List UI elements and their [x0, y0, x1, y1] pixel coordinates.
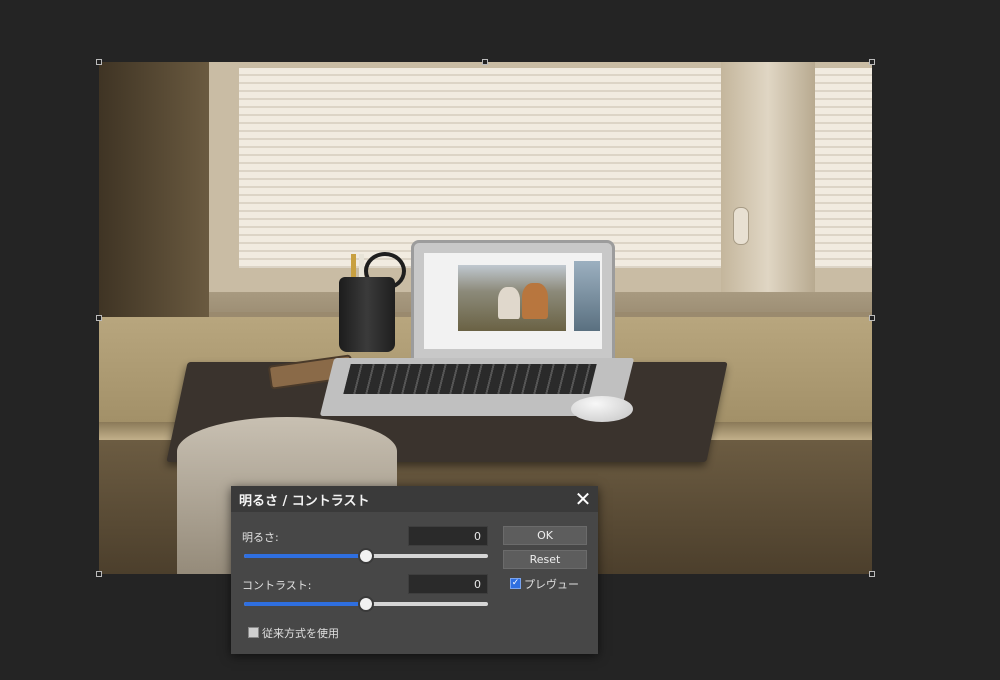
transform-handle-right[interactable]: [869, 315, 875, 321]
laptop-display: [424, 253, 602, 349]
dialog-title: 明るさ / コントラスト: [239, 494, 370, 509]
transform-handle-bottom-left[interactable]: [96, 571, 102, 577]
slider-thumb[interactable]: [358, 548, 374, 564]
horse-brown: [522, 283, 548, 319]
pen-cup: [339, 277, 395, 352]
brightness-slider[interactable]: [244, 548, 488, 564]
legacy-label[interactable]: 従来方式を使用: [262, 625, 339, 641]
transform-handle-top-right[interactable]: [869, 59, 875, 65]
window-blinds: [239, 68, 721, 268]
slider-thumb[interactable]: [358, 596, 374, 612]
brightness-input[interactable]: [408, 526, 488, 546]
slider-fill: [244, 602, 366, 606]
dialog-titlebar[interactable]: 明るさ / コントラスト ✕: [231, 486, 598, 512]
slider-fill: [244, 554, 366, 558]
close-icon[interactable]: ✕: [572, 487, 594, 511]
side-photo: [574, 261, 600, 331]
window-mullion: [721, 62, 815, 312]
ok-button[interactable]: OK: [503, 526, 587, 545]
contrast-slider[interactable]: [244, 596, 488, 612]
transform-handle-left[interactable]: [96, 315, 102, 321]
horse-photo: [458, 265, 566, 331]
window-blinds-right: [815, 68, 872, 268]
laptop-screen: [411, 240, 615, 364]
transform-handle-top-left[interactable]: [96, 59, 102, 65]
contrast-input[interactable]: [408, 574, 488, 594]
horse-white: [498, 287, 520, 319]
reset-button[interactable]: Reset: [503, 550, 587, 569]
preview-checkbox[interactable]: ✓: [510, 578, 521, 589]
legacy-checkbox[interactable]: [248, 627, 259, 638]
contrast-label: コントラスト:: [242, 579, 312, 592]
window-handle: [733, 207, 749, 245]
transform-handle-bottom-right[interactable]: [869, 571, 875, 577]
mouse: [571, 396, 633, 422]
preview-label[interactable]: プレヴュー: [524, 576, 579, 592]
transform-handle-top[interactable]: [482, 59, 488, 65]
brightness-contrast-dialog: 明るさ / コントラスト ✕ 明るさ: コントラスト: OK Reset ✓ プ…: [231, 486, 598, 654]
keyboard: [343, 364, 597, 394]
brightness-label: 明るさ:: [242, 531, 279, 544]
